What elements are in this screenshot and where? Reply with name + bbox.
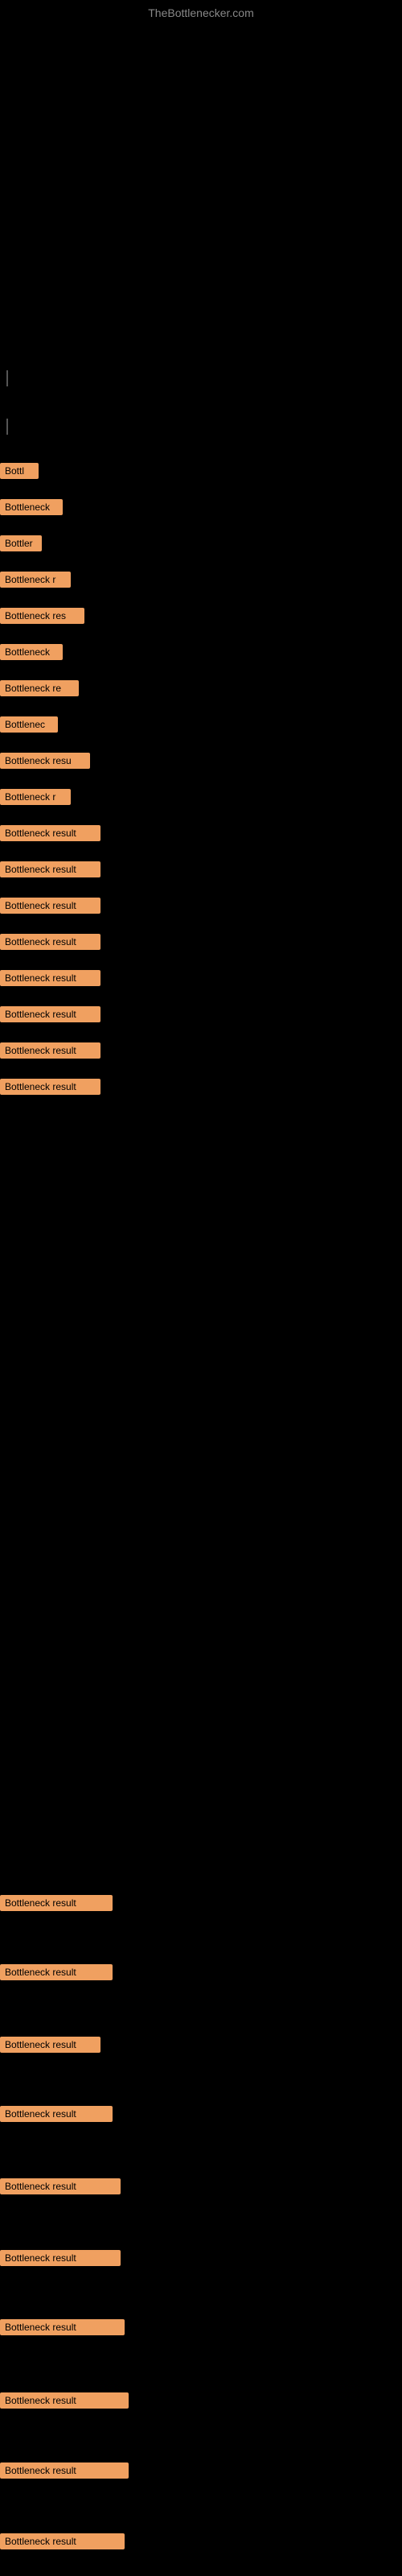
bottleneck-result-item[interactable]: Bottleneck result bbox=[0, 1964, 113, 1980]
bottleneck-result-item[interactable]: Bottleneck result bbox=[0, 934, 100, 950]
bottleneck-result-item[interactable]: Bottler bbox=[0, 535, 42, 551]
bottleneck-result-item[interactable]: Bottleneck result bbox=[0, 2106, 113, 2122]
bottleneck-result-item[interactable]: Bottleneck bbox=[0, 644, 63, 660]
bottleneck-result-item[interactable]: Bottleneck result bbox=[0, 1042, 100, 1059]
bottleneck-result-item[interactable]: Bottleneck result bbox=[0, 2462, 129, 2479]
bottleneck-result-item[interactable]: Bottlenec bbox=[0, 716, 58, 733]
bottleneck-result-item[interactable]: Bottleneck result bbox=[0, 861, 100, 877]
bottleneck-result-item[interactable]: Bottleneck result bbox=[0, 970, 100, 986]
bottleneck-result-item[interactable]: Bottleneck re bbox=[0, 680, 79, 696]
bottleneck-result-item[interactable]: Bottleneck result bbox=[0, 2533, 125, 2549]
bottleneck-result-item[interactable]: Bottleneck result bbox=[0, 2319, 125, 2335]
bottleneck-result-item[interactable]: Bottl bbox=[0, 463, 39, 479]
bottleneck-result-item[interactable]: Bottleneck result bbox=[0, 825, 100, 841]
bottleneck-result-item[interactable]: Bottleneck result bbox=[0, 898, 100, 914]
bottleneck-result-item[interactable]: Bottleneck result bbox=[0, 2392, 129, 2409]
bottleneck-result-item[interactable]: Bottleneck result bbox=[0, 2178, 121, 2194]
bottleneck-result-item[interactable]: Bottleneck result bbox=[0, 2037, 100, 2053]
vertical-line-2 bbox=[6, 419, 8, 435]
bottleneck-result-item[interactable]: Bottleneck result bbox=[0, 1079, 100, 1095]
bottleneck-result-item[interactable]: Bottleneck result bbox=[0, 1895, 113, 1911]
bottleneck-result-item[interactable]: Bottleneck r bbox=[0, 789, 71, 805]
bottleneck-result-item[interactable]: Bottleneck bbox=[0, 499, 63, 515]
bottleneck-result-item[interactable]: Bottleneck r bbox=[0, 572, 71, 588]
bottleneck-result-item[interactable]: Bottleneck res bbox=[0, 608, 84, 624]
bottleneck-result-item[interactable]: Bottleneck result bbox=[0, 2250, 121, 2266]
bottleneck-result-item[interactable]: Bottleneck resu bbox=[0, 753, 90, 769]
vertical-line-1 bbox=[6, 370, 8, 386]
bottleneck-result-item[interactable]: Bottleneck result bbox=[0, 1006, 100, 1022]
site-title: TheBottlenecker.com bbox=[148, 6, 254, 19]
